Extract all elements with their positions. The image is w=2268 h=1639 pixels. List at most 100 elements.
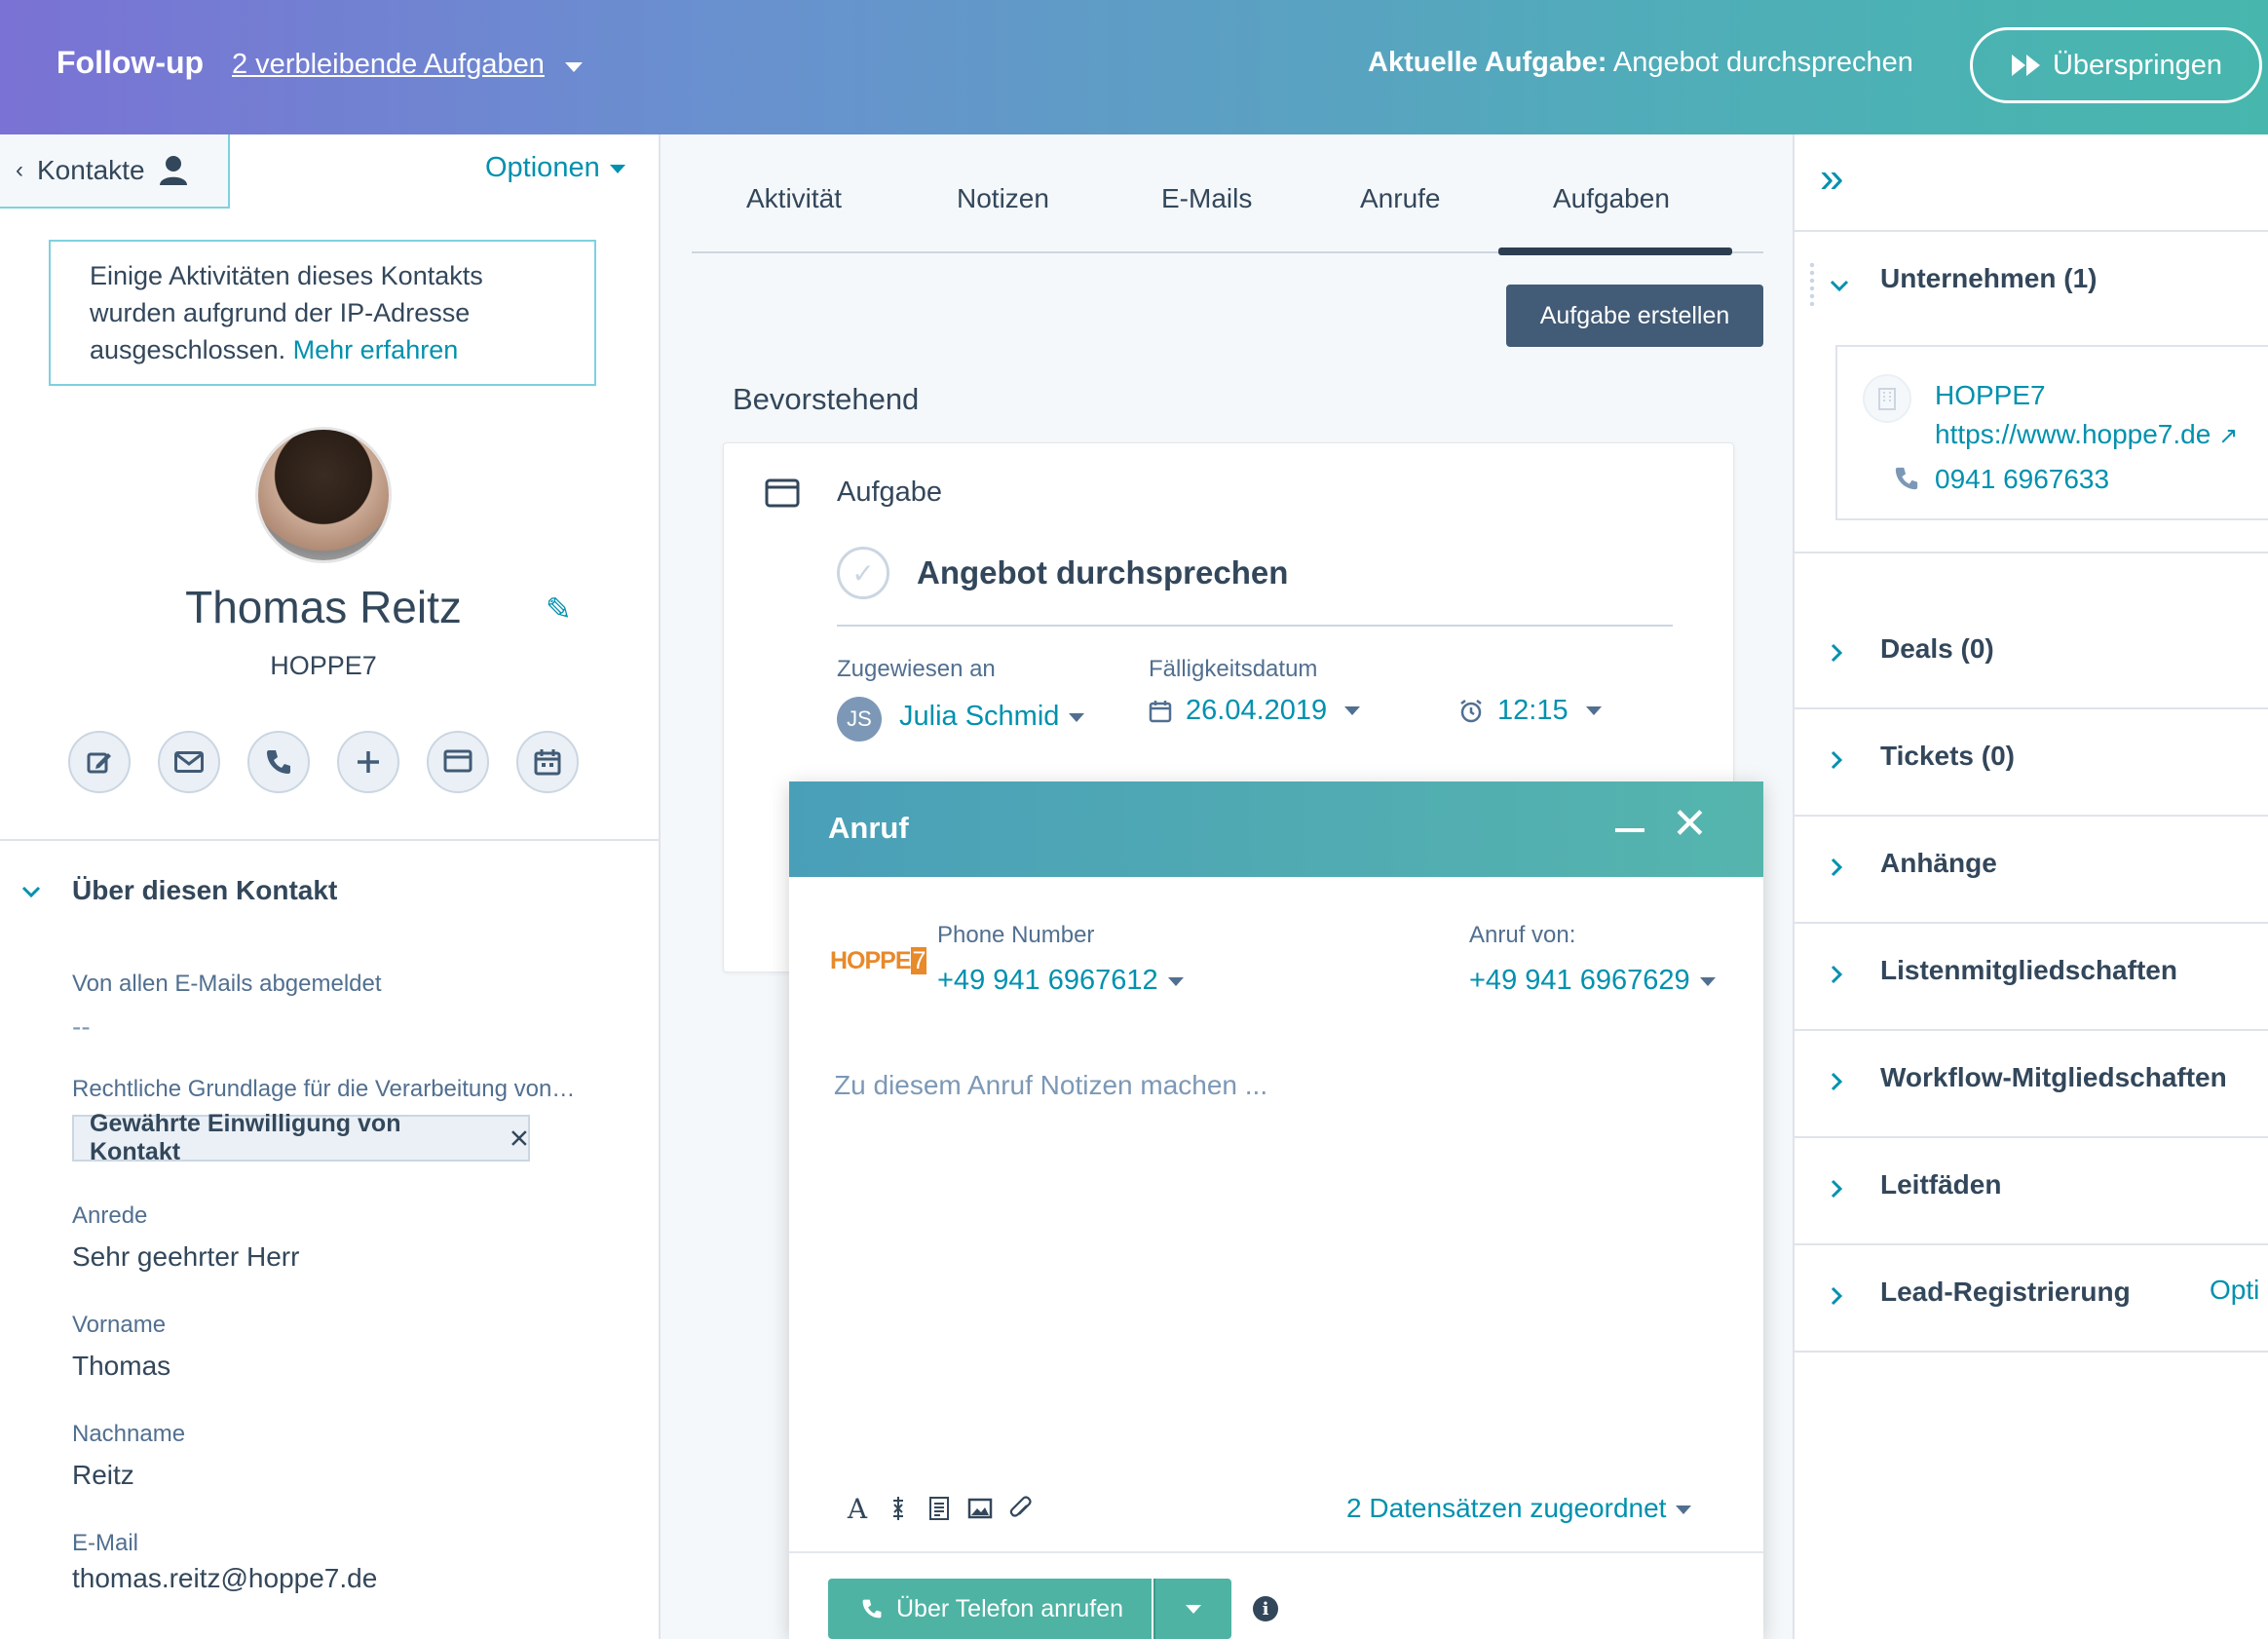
- chevron-down-icon: [1186, 1604, 1201, 1614]
- create-note-button[interactable]: [68, 731, 131, 793]
- phone-icon: [1895, 467, 1918, 490]
- section-workflow-memberships[interactable]: Workflow-Mitgliedschaften: [1795, 1031, 2268, 1138]
- personalization-token-icon[interactable]: [881, 1489, 916, 1528]
- meeting-icon: [534, 749, 561, 776]
- company-name-link[interactable]: HOPPE7: [1935, 380, 2046, 411]
- divider: [789, 1551, 1763, 1553]
- property-value[interactable]: Thomas: [72, 1351, 170, 1382]
- chevron-down-icon[interactable]: [565, 62, 583, 72]
- close-icon[interactable]: ✕: [1672, 803, 1708, 846]
- call-button[interactable]: [247, 731, 310, 793]
- about-contact-section[interactable]: Über diesen Kontakt: [72, 875, 337, 906]
- section-lead-registration[interactable]: Lead-Registrierung: [1795, 1245, 2268, 1353]
- schedule-meeting-button[interactable]: [516, 731, 579, 793]
- property-label: Rechtliche Grundlage für die Verarbeitun…: [72, 1076, 576, 1102]
- legal-basis-tag[interactable]: Gewährte Einwilligung von Kontakt: [72, 1110, 530, 1165]
- minimize-icon[interactable]: [1615, 828, 1644, 832]
- add-icon: [358, 751, 379, 773]
- call-from-label: Anruf von:: [1469, 922, 1576, 948]
- assignee-dropdown[interactable]: Julia Schmid: [899, 701, 1085, 733]
- task-title[interactable]: Angebot durchsprechen: [917, 554, 1288, 591]
- tab-activity[interactable]: Aktivität: [746, 183, 842, 214]
- section-companies: Unternehmen (1) HOPPE7 https://www.hoppe…: [1795, 232, 2268, 553]
- tab-tasks[interactable]: Aufgaben: [1553, 183, 1670, 214]
- section-playbooks[interactable]: Leitfäden: [1795, 1138, 2268, 1245]
- info-icon[interactable]: i: [1253, 1596, 1278, 1621]
- due-date-dropdown[interactable]: 26.04.2019: [1149, 695, 1361, 727]
- call-via-phone-button[interactable]: Über Telefon anrufen: [828, 1579, 1152, 1639]
- options-dropdown[interactable]: Optionen: [485, 152, 625, 184]
- company-url: https://www.hoppe7.de: [1935, 419, 2211, 449]
- back-to-contacts-button[interactable]: ‹ Kontakte: [0, 134, 230, 209]
- task-icon: [765, 478, 800, 508]
- phone-icon: [862, 1599, 882, 1619]
- create-task-button[interactable]: Aufgabe erstellen: [1506, 285, 1763, 347]
- call-notes-input[interactable]: [834, 1070, 1711, 1460]
- section-tickets[interactable]: Tickets (0): [1795, 709, 2268, 817]
- close-icon[interactable]: [510, 1129, 528, 1147]
- chevron-right-icon: [1831, 1072, 1843, 1091]
- building-icon: [1863, 374, 1911, 423]
- edit-pencil-icon[interactable]: ✎: [546, 591, 572, 628]
- property-value[interactable]: thomas.reitz@hoppe7.de: [72, 1563, 377, 1594]
- lead-registration-options-link[interactable]: Opti: [2210, 1275, 2259, 1306]
- image-icon[interactable]: [963, 1489, 998, 1528]
- call-dialog-title: Anruf: [828, 811, 909, 845]
- text-format-icon[interactable]: A: [840, 1489, 875, 1528]
- complete-task-checkbox[interactable]: ✓: [837, 547, 889, 599]
- fast-forward-icon: [2011, 55, 2040, 76]
- snippets-icon[interactable]: [922, 1489, 957, 1528]
- property-label: Vorname: [72, 1312, 167, 1338]
- skip-label: Überspringen: [2052, 49, 2223, 81]
- chevron-down-icon: [1167, 976, 1184, 986]
- section-title: Lead-Registrierung: [1880, 1277, 2131, 1307]
- section-title: Listenmitgliedschaften: [1880, 955, 2177, 985]
- add-button[interactable]: [337, 731, 399, 793]
- phone-number-label: Phone Number: [937, 922, 1095, 948]
- phone-number-value: +49 941 6967612: [937, 965, 1158, 996]
- company-logo: HOPPE7: [830, 947, 927, 975]
- chevron-down-icon: [1344, 706, 1361, 715]
- property-value[interactable]: Reitz: [72, 1460, 134, 1491]
- upcoming-heading: Bevorstehend: [733, 382, 920, 416]
- learn-more-link[interactable]: Mehr erfahren: [293, 335, 459, 364]
- drag-handle-icon[interactable]: [1808, 261, 1818, 306]
- due-time-value: 12:15: [1497, 695, 1569, 726]
- external-link-icon: ↗: [2218, 423, 2239, 449]
- chevron-right-icon: [1831, 1286, 1843, 1306]
- property-label: Anrede: [72, 1202, 148, 1229]
- call-dialog: Anruf ✕ HOPPE7 Phone Number +49 941 6967…: [789, 781, 1763, 1639]
- tab-emails[interactable]: E-Mails: [1161, 183, 1252, 214]
- section-attachments[interactable]: Anhänge: [1795, 817, 2268, 924]
- chevron-down-icon: [1585, 706, 1602, 715]
- due-time-dropdown[interactable]: 12:15: [1458, 695, 1602, 727]
- tab-notes[interactable]: Notizen: [957, 183, 1049, 214]
- logo-number: 7: [910, 947, 927, 974]
- chevron-down-icon[interactable]: [1830, 279, 1849, 292]
- collapse-sidebar-icon[interactable]: »: [1820, 154, 1843, 203]
- tab-calls[interactable]: Anrufe: [1360, 183, 1441, 214]
- due-date-value: 26.04.2019: [1186, 695, 1328, 726]
- chevron-down-icon[interactable]: [21, 885, 41, 898]
- section-title: Deals (0): [1880, 633, 1994, 664]
- property-label: Nachname: [72, 1421, 186, 1447]
- call-from-dropdown[interactable]: +49 941 6967629: [1469, 965, 1716, 997]
- section-title[interactable]: Unternehmen (1): [1880, 263, 2097, 294]
- property-value[interactable]: --: [72, 1011, 91, 1043]
- property-value[interactable]: Sehr geehrter Herr: [72, 1241, 299, 1273]
- company-phone-link[interactable]: 0941 6967633: [1935, 464, 2109, 495]
- phone-number-dropdown[interactable]: +49 941 6967612: [937, 965, 1184, 997]
- associated-records-dropdown[interactable]: 2 Datensätzen zugeordnet: [1346, 1493, 1692, 1524]
- create-task-action-button[interactable]: [427, 731, 489, 793]
- call-options-dropdown[interactable]: [1153, 1579, 1231, 1639]
- call-via-phone-label: Über Telefon anrufen: [896, 1594, 1124, 1622]
- section-deals[interactable]: Deals (0): [1795, 602, 2268, 709]
- call-from-value: +49 941 6967629: [1469, 965, 1690, 996]
- attachment-icon[interactable]: [1003, 1489, 1039, 1528]
- section-list-memberships[interactable]: Listenmitgliedschaften: [1795, 924, 2268, 1031]
- remaining-tasks-dropdown[interactable]: 2 verbleibende Aufgaben: [232, 49, 545, 81]
- send-email-button[interactable]: [158, 731, 220, 793]
- contact-sidebar: ‹ Kontakte Optionen Einige Aktivitäten d…: [0, 134, 661, 1639]
- company-url-link[interactable]: https://www.hoppe7.de ↗: [1935, 419, 2238, 450]
- skip-button[interactable]: Überspringen: [1970, 27, 2262, 103]
